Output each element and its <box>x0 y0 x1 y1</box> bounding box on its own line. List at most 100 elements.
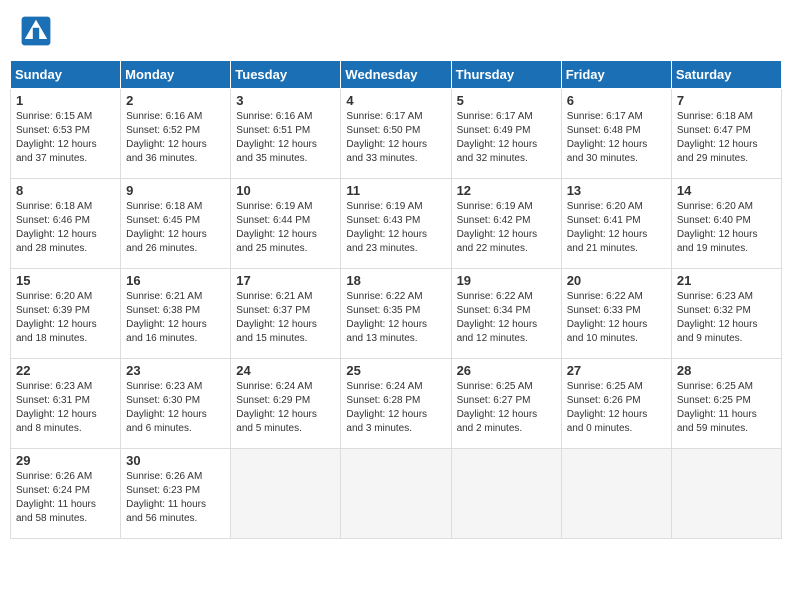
day-number: 30 <box>126 453 225 468</box>
weekday-header-saturday: Saturday <box>671 61 781 89</box>
day-detail: Sunrise: 6:17 AMSunset: 6:49 PMDaylight:… <box>457 110 556 166</box>
calendar-cell: 23 Sunrise: 6:23 AMSunset: 6:30 PMDaylig… <box>121 359 231 449</box>
day-number: 9 <box>126 183 225 198</box>
day-detail: Sunrise: 6:16 AMSunset: 6:51 PMDaylight:… <box>236 110 335 166</box>
calendar-cell: 30 Sunrise: 6:26 AMSunset: 6:23 PMDaylig… <box>121 449 231 539</box>
day-detail: Sunrise: 6:18 AMSunset: 6:47 PMDaylight:… <box>677 110 776 166</box>
calendar-week-4: 22 Sunrise: 6:23 AMSunset: 6:31 PMDaylig… <box>11 359 782 449</box>
day-number: 23 <box>126 363 225 378</box>
logo-icon <box>20 15 52 47</box>
day-number: 15 <box>16 273 115 288</box>
day-detail: Sunrise: 6:20 AMSunset: 6:41 PMDaylight:… <box>567 200 666 256</box>
day-number: 29 <box>16 453 115 468</box>
calendar-cell: 25 Sunrise: 6:24 AMSunset: 6:28 PMDaylig… <box>341 359 451 449</box>
calendar-week-1: 1 Sunrise: 6:15 AMSunset: 6:53 PMDayligh… <box>11 89 782 179</box>
calendar-cell: 3 Sunrise: 6:16 AMSunset: 6:51 PMDayligh… <box>231 89 341 179</box>
day-detail: Sunrise: 6:19 AMSunset: 6:42 PMDaylight:… <box>457 200 556 256</box>
calendar-cell: 26 Sunrise: 6:25 AMSunset: 6:27 PMDaylig… <box>451 359 561 449</box>
calendar-cell: 4 Sunrise: 6:17 AMSunset: 6:50 PMDayligh… <box>341 89 451 179</box>
day-number: 21 <box>677 273 776 288</box>
calendar-cell: 18 Sunrise: 6:22 AMSunset: 6:35 PMDaylig… <box>341 269 451 359</box>
logo <box>20 15 56 47</box>
calendar-cell: 12 Sunrise: 6:19 AMSunset: 6:42 PMDaylig… <box>451 179 561 269</box>
day-number: 14 <box>677 183 776 198</box>
calendar-cell: 21 Sunrise: 6:23 AMSunset: 6:32 PMDaylig… <box>671 269 781 359</box>
weekday-header-friday: Friday <box>561 61 671 89</box>
day-detail: Sunrise: 6:16 AMSunset: 6:52 PMDaylight:… <box>126 110 225 166</box>
calendar-cell: 9 Sunrise: 6:18 AMSunset: 6:45 PMDayligh… <box>121 179 231 269</box>
day-number: 12 <box>457 183 556 198</box>
day-detail: Sunrise: 6:21 AMSunset: 6:38 PMDaylight:… <box>126 290 225 346</box>
day-detail: Sunrise: 6:23 AMSunset: 6:31 PMDaylight:… <box>16 380 115 436</box>
day-detail: Sunrise: 6:23 AMSunset: 6:32 PMDaylight:… <box>677 290 776 346</box>
day-detail: Sunrise: 6:20 AMSunset: 6:39 PMDaylight:… <box>16 290 115 346</box>
day-number: 10 <box>236 183 335 198</box>
calendar-cell: 1 Sunrise: 6:15 AMSunset: 6:53 PMDayligh… <box>11 89 121 179</box>
calendar-cell: 24 Sunrise: 6:24 AMSunset: 6:29 PMDaylig… <box>231 359 341 449</box>
calendar-cell: 5 Sunrise: 6:17 AMSunset: 6:49 PMDayligh… <box>451 89 561 179</box>
weekday-header-tuesday: Tuesday <box>231 61 341 89</box>
day-detail: Sunrise: 6:18 AMSunset: 6:46 PMDaylight:… <box>16 200 115 256</box>
calendar-cell: 15 Sunrise: 6:20 AMSunset: 6:39 PMDaylig… <box>11 269 121 359</box>
calendar-cell: 27 Sunrise: 6:25 AMSunset: 6:26 PMDaylig… <box>561 359 671 449</box>
day-detail: Sunrise: 6:24 AMSunset: 6:29 PMDaylight:… <box>236 380 335 436</box>
day-number: 28 <box>677 363 776 378</box>
weekday-header-thursday: Thursday <box>451 61 561 89</box>
day-number: 5 <box>457 93 556 108</box>
calendar-cell <box>561 449 671 539</box>
day-detail: Sunrise: 6:25 AMSunset: 6:26 PMDaylight:… <box>567 380 666 436</box>
weekday-header-sunday: Sunday <box>11 61 121 89</box>
day-number: 18 <box>346 273 445 288</box>
calendar-cell: 8 Sunrise: 6:18 AMSunset: 6:46 PMDayligh… <box>11 179 121 269</box>
day-number: 16 <box>126 273 225 288</box>
weekday-header-monday: Monday <box>121 61 231 89</box>
day-number: 1 <box>16 93 115 108</box>
day-number: 11 <box>346 183 445 198</box>
day-number: 13 <box>567 183 666 198</box>
day-detail: Sunrise: 6:21 AMSunset: 6:37 PMDaylight:… <box>236 290 335 346</box>
calendar-week-3: 15 Sunrise: 6:20 AMSunset: 6:39 PMDaylig… <box>11 269 782 359</box>
day-number: 17 <box>236 273 335 288</box>
day-detail: Sunrise: 6:22 AMSunset: 6:35 PMDaylight:… <box>346 290 445 346</box>
day-detail: Sunrise: 6:23 AMSunset: 6:30 PMDaylight:… <box>126 380 225 436</box>
calendar-cell <box>341 449 451 539</box>
day-detail: Sunrise: 6:26 AMSunset: 6:23 PMDaylight:… <box>126 470 225 526</box>
calendar-week-5: 29 Sunrise: 6:26 AMSunset: 6:24 PMDaylig… <box>11 449 782 539</box>
calendar-cell: 19 Sunrise: 6:22 AMSunset: 6:34 PMDaylig… <box>451 269 561 359</box>
day-number: 20 <box>567 273 666 288</box>
calendar-cell: 2 Sunrise: 6:16 AMSunset: 6:52 PMDayligh… <box>121 89 231 179</box>
day-detail: Sunrise: 6:18 AMSunset: 6:45 PMDaylight:… <box>126 200 225 256</box>
calendar-cell: 17 Sunrise: 6:21 AMSunset: 6:37 PMDaylig… <box>231 269 341 359</box>
day-detail: Sunrise: 6:20 AMSunset: 6:40 PMDaylight:… <box>677 200 776 256</box>
day-detail: Sunrise: 6:24 AMSunset: 6:28 PMDaylight:… <box>346 380 445 436</box>
calendar-week-2: 8 Sunrise: 6:18 AMSunset: 6:46 PMDayligh… <box>11 179 782 269</box>
calendar-cell: 29 Sunrise: 6:26 AMSunset: 6:24 PMDaylig… <box>11 449 121 539</box>
calendar-cell: 13 Sunrise: 6:20 AMSunset: 6:41 PMDaylig… <box>561 179 671 269</box>
day-number: 3 <box>236 93 335 108</box>
day-number: 26 <box>457 363 556 378</box>
day-detail: Sunrise: 6:17 AMSunset: 6:50 PMDaylight:… <box>346 110 445 166</box>
day-detail: Sunrise: 6:25 AMSunset: 6:25 PMDaylight:… <box>677 380 776 436</box>
day-number: 19 <box>457 273 556 288</box>
calendar-cell <box>671 449 781 539</box>
day-number: 6 <box>567 93 666 108</box>
calendar-cell: 16 Sunrise: 6:21 AMSunset: 6:38 PMDaylig… <box>121 269 231 359</box>
calendar-cell: 22 Sunrise: 6:23 AMSunset: 6:31 PMDaylig… <box>11 359 121 449</box>
day-number: 8 <box>16 183 115 198</box>
weekday-header-wednesday: Wednesday <box>341 61 451 89</box>
day-detail: Sunrise: 6:26 AMSunset: 6:24 PMDaylight:… <box>16 470 115 526</box>
day-detail: Sunrise: 6:22 AMSunset: 6:34 PMDaylight:… <box>457 290 556 346</box>
calendar-cell <box>231 449 341 539</box>
calendar-cell: 7 Sunrise: 6:18 AMSunset: 6:47 PMDayligh… <box>671 89 781 179</box>
day-detail: Sunrise: 6:22 AMSunset: 6:33 PMDaylight:… <box>567 290 666 346</box>
day-number: 4 <box>346 93 445 108</box>
day-number: 27 <box>567 363 666 378</box>
day-number: 25 <box>346 363 445 378</box>
day-detail: Sunrise: 6:25 AMSunset: 6:27 PMDaylight:… <box>457 380 556 436</box>
calendar-cell <box>451 449 561 539</box>
calendar-cell: 14 Sunrise: 6:20 AMSunset: 6:40 PMDaylig… <box>671 179 781 269</box>
day-detail: Sunrise: 6:15 AMSunset: 6:53 PMDaylight:… <box>16 110 115 166</box>
calendar-cell: 11 Sunrise: 6:19 AMSunset: 6:43 PMDaylig… <box>341 179 451 269</box>
calendar-cell: 6 Sunrise: 6:17 AMSunset: 6:48 PMDayligh… <box>561 89 671 179</box>
day-detail: Sunrise: 6:17 AMSunset: 6:48 PMDaylight:… <box>567 110 666 166</box>
